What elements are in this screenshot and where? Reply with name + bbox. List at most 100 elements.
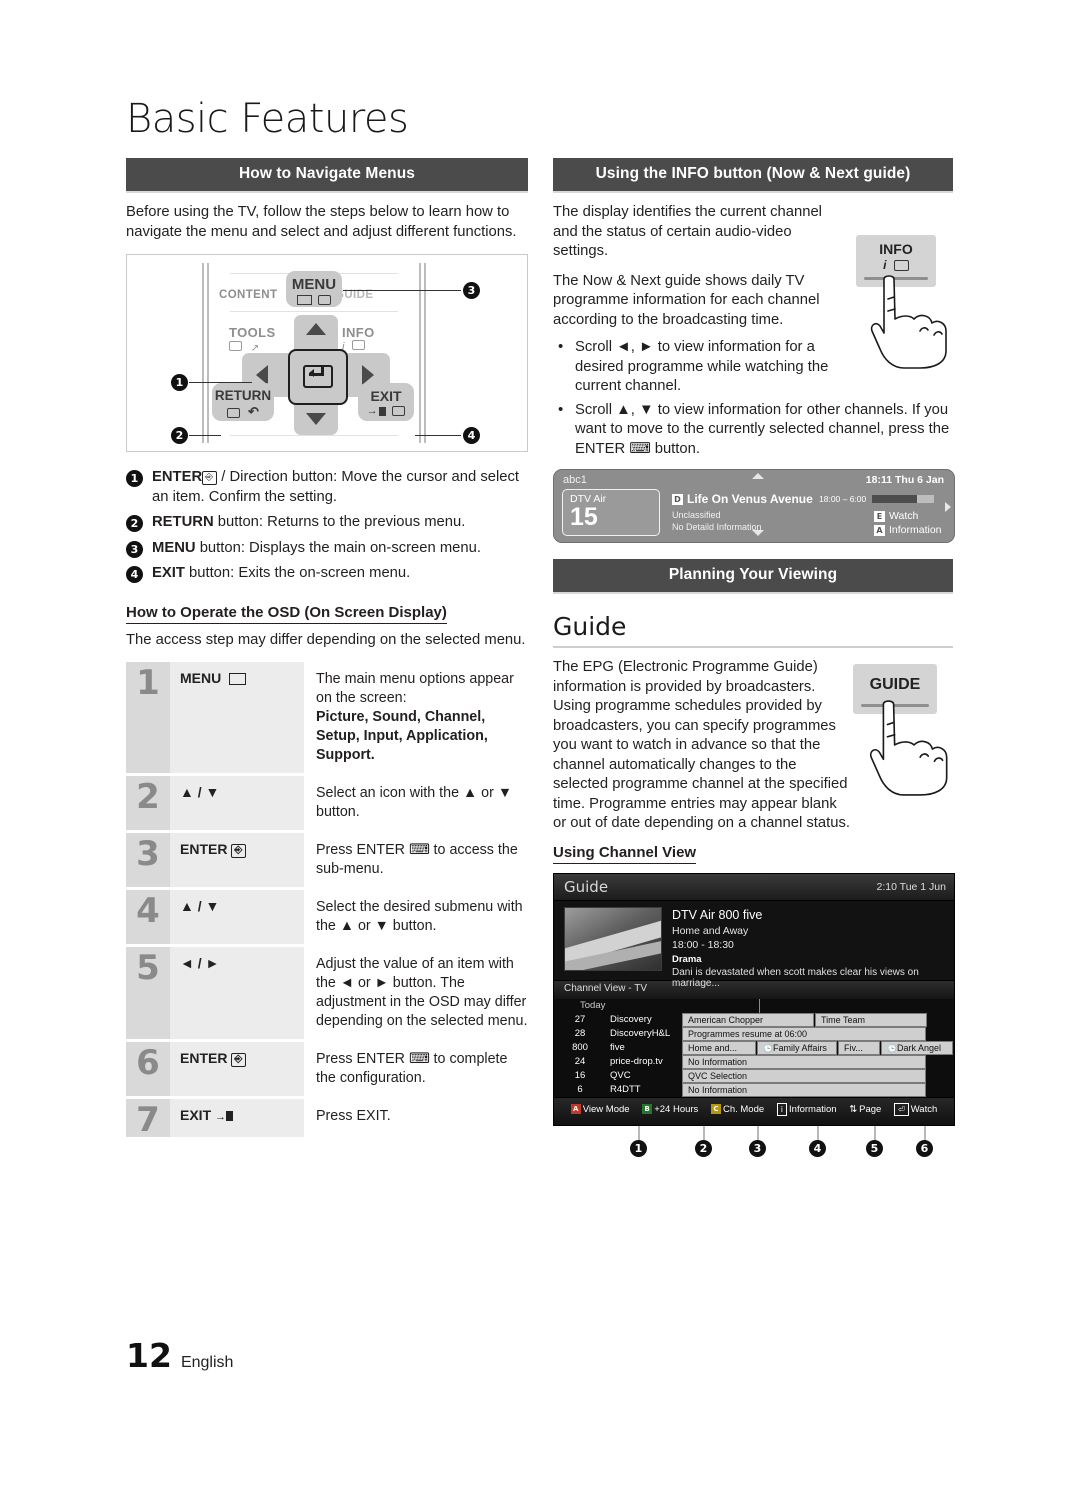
- guide-callout-3: 3: [749, 1139, 766, 1157]
- remote-return-label: RETURN: [214, 388, 272, 403]
- step-key: EXIT →: [170, 1097, 304, 1139]
- programme-cells: American Chopper Time Team: [682, 1012, 954, 1027]
- remote-menu-button[interactable]: MENU: [286, 271, 342, 307]
- table-row[interactable]: 24 price-drop.tv No Information: [554, 1054, 954, 1069]
- osd-information-label: Information: [889, 524, 942, 536]
- remote-label-content: CONTENT: [219, 289, 278, 301]
- osd-channel-box: DTV Air 15: [562, 489, 660, 536]
- programme-block[interactable]: Home and...: [682, 1040, 756, 1055]
- footer-action-24-hours[interactable]: B +24 Hours: [642, 1104, 698, 1115]
- list-item: Scroll ◄, ► to view information for a de…: [553, 337, 840, 397]
- programme-channel: DTV Air 800 five: [672, 907, 763, 922]
- channel-name: DiscoveryH&L: [606, 1026, 682, 1041]
- programme-block[interactable]: Fiv...: [838, 1040, 880, 1055]
- table-row: 7 EXIT → Press EXIT.: [126, 1097, 528, 1139]
- remote-callout-3: 3: [463, 282, 480, 299]
- section-header-navigate-menus: How to Navigate Menus: [126, 158, 528, 191]
- guide-callout-5: 5: [866, 1139, 883, 1157]
- legend-number: 4: [126, 566, 143, 583]
- programme-thumbnail: [564, 906, 662, 971]
- legend-key: EXIT: [152, 565, 185, 581]
- footer-action-page[interactable]: ⇅ Page: [849, 1104, 881, 1115]
- legend-key: ENTER: [152, 469, 203, 485]
- guide-channel-table: 27 Discovery American Chopper Time Team 2…: [554, 1012, 954, 1097]
- legend-item: 3 MENU button: Displays the main on-scre…: [126, 539, 528, 559]
- info-i-glyph: i: [883, 258, 887, 272]
- table-row[interactable]: 28 DiscoveryH&L Programmes resume at 06:…: [554, 1026, 954, 1041]
- pointing-hand-icon: [870, 275, 947, 369]
- programme-block[interactable]: No Information: [682, 1054, 926, 1069]
- legend-number: 1: [126, 470, 143, 487]
- step-number: 4: [126, 888, 170, 946]
- step-number: 7: [126, 1097, 170, 1139]
- osd-time-range: 18:00 – 6:00: [819, 494, 867, 504]
- remote-enter-button[interactable]: [288, 349, 348, 405]
- footer-action-watch[interactable]: ⏎ Watch: [893, 1102, 937, 1116]
- table-row[interactable]: 16 QVC QVC Selection: [554, 1068, 954, 1083]
- guide-callout-6: 6: [916, 1139, 933, 1157]
- channel-name: price-drop.tv: [606, 1054, 682, 1069]
- table-row[interactable]: 27 Discovery American Chopper Time Team: [554, 1012, 954, 1027]
- table-row: 1 MENU The main menu options appear on t…: [126, 662, 528, 775]
- dpad-left-icon[interactable]: [256, 365, 268, 385]
- programme-block[interactable]: Programmes resume at 06:00: [682, 1026, 926, 1041]
- legend-key: MENU: [152, 539, 196, 556]
- remote-exit-button[interactable]: EXIT →: [358, 383, 414, 421]
- channel-name: Discovery: [606, 1012, 682, 1027]
- remote-return-button[interactable]: RETURN ↶: [212, 383, 274, 421]
- guide-paragraph: The EPG (Electronic Programme Guide) inf…: [553, 659, 850, 831]
- footer-label: Information: [789, 1103, 837, 1115]
- step-key-label: EXIT: [180, 1107, 212, 1123]
- page-number: 12: [126, 1336, 172, 1375]
- programme-block[interactable]: American Chopper: [682, 1012, 814, 1027]
- today-label: Today: [580, 999, 606, 1011]
- watch-icon: E: [874, 510, 885, 522]
- dpad-down-icon[interactable]: [306, 413, 326, 425]
- guide-osd-titlebar: Guide 2:10 Tue 1 Jun: [554, 873, 954, 901]
- guide-heading: Guide: [553, 612, 627, 641]
- osd-subheading: How to Operate the OSD (On Screen Displa…: [126, 604, 447, 624]
- footer-action-information[interactable]: i Information: [776, 1102, 837, 1116]
- channel-number: 24: [554, 1054, 606, 1069]
- exit-icon: →: [215, 1111, 227, 1123]
- programme-cells: No Information: [682, 1082, 954, 1097]
- legend-key: RETURN: [152, 514, 214, 530]
- step-number: 3: [126, 831, 170, 889]
- exit-icons: →: [358, 405, 414, 417]
- enter-icon: [303, 365, 333, 388]
- channel-view-subheading: Using Channel View: [553, 844, 697, 864]
- footer-action-view-mode[interactable]: A View Mode: [570, 1104, 630, 1115]
- legend-item: 1 ENTER ⎆ / Direction button: Move the cu…: [126, 468, 528, 507]
- programme-block[interactable]: No Information: [682, 1082, 926, 1097]
- step-description: Select the desired submenu with the ▲ or…: [316, 899, 523, 934]
- programme-cells: Home and...Family AffairsFiv...Dark Ange…: [682, 1040, 954, 1055]
- guide-osd-footer: A View Mode B +24 Hours C Ch. Mode i Informa…: [554, 1096, 954, 1125]
- table-row[interactable]: 6 R4DTT No Information: [554, 1082, 954, 1097]
- scroll-up-icon[interactable]: [752, 473, 764, 479]
- scroll-right-icon[interactable]: [945, 502, 951, 512]
- programme-block[interactable]: Time Team: [815, 1012, 927, 1027]
- footer-action-ch-mode[interactable]: C Ch. Mode: [710, 1104, 764, 1115]
- programme-block[interactable]: QVC Selection: [682, 1068, 926, 1083]
- dpad-up-icon[interactable]: [306, 323, 326, 335]
- step-key-label: ENTER: [180, 841, 228, 857]
- programme-block-timer[interactable]: Dark Angel: [881, 1040, 953, 1055]
- programme-block-timer[interactable]: Family Affairs: [757, 1040, 837, 1055]
- updown-icon: ⇅: [849, 1103, 858, 1115]
- dtv-badge-icon: D: [672, 494, 683, 506]
- guide-callout-1: 1: [630, 1139, 647, 1157]
- channel-number: 28: [554, 1026, 606, 1041]
- dpad-right-icon[interactable]: [362, 365, 374, 385]
- guide-osd: Guide 2:10 Tue 1 Jun DTV Air 800 five Ho…: [553, 872, 955, 1126]
- section-header-underline: [126, 191, 528, 193]
- table-row[interactable]: 800 five Home and...Family AffairsFiv...…: [554, 1040, 954, 1055]
- section-header-planning: Planning Your Viewing: [553, 559, 953, 592]
- osd-watch-label: Watch: [889, 510, 919, 522]
- guide-callout-2: 2: [695, 1139, 712, 1157]
- step-key-label: MENU: [180, 670, 222, 686]
- osd-watch-action[interactable]: E Watch: [874, 510, 918, 522]
- osd-information-action[interactable]: A Information: [874, 524, 942, 536]
- return-icons: ↶: [212, 404, 274, 420]
- info-button-graphic: INFO i: [856, 235, 954, 369]
- information-icon: A: [874, 524, 885, 536]
